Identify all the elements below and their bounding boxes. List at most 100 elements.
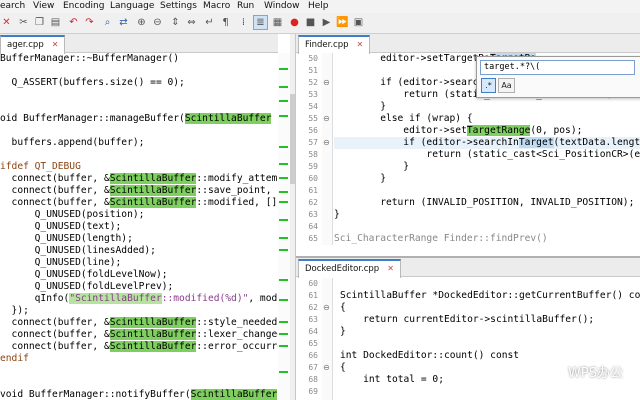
menu-language[interactable]: Language: [110, 1, 154, 11]
finder-tabbar: Finder.cpp ✕: [296, 34, 640, 54]
code-line: editor->setTargetRange(0, pos);: [334, 125, 583, 136]
change-marker: [279, 299, 288, 301]
menu-view[interactable]: View: [33, 1, 54, 11]
change-marker: [279, 219, 288, 221]
fold-toggle-icon[interactable]: ⊖: [323, 79, 330, 87]
regex-toggle-button[interactable]: .*: [481, 78, 496, 93]
change-marker: [279, 279, 288, 281]
code-line: buffers.append(buffer);: [0, 137, 145, 148]
code-line: }: [334, 209, 340, 220]
code-line: BufferManager::~BufferManager(): [0, 53, 180, 64]
change-marker: [279, 321, 288, 323]
wrap-icon[interactable]: ↵: [203, 16, 216, 29]
code-line: int total = 0;: [340, 374, 444, 385]
zoom-in-icon[interactable]: ⊕: [135, 16, 148, 29]
code-line: oid BufferManager::manageBuffer(Scintill…: [0, 113, 278, 124]
incremental-find-popup: target.*?\( .* Aa: [476, 56, 640, 98]
tab-label: DockedEditor.cpp: [305, 264, 380, 274]
code-line: ScintillaBuffer *DockedEditor::getCurren…: [340, 290, 640, 301]
cut-icon[interactable]: ✂: [17, 16, 30, 29]
code-line-current: if (editor->searchInTarget(textData.leng…: [334, 137, 640, 149]
function-list-icon[interactable]: ▦: [271, 16, 284, 29]
change-marker: [279, 163, 288, 165]
menu-run[interactable]: Run: [237, 1, 254, 11]
code-line: }: [340, 326, 346, 337]
code-line: void BufferManager::notifyBuffer(Scintil…: [0, 389, 278, 400]
code-line: Q_UNUSED(line);: [0, 257, 122, 268]
run-macro-multiple-icon[interactable]: ⏩: [336, 16, 349, 29]
copy-icon[interactable]: ❐: [33, 16, 46, 29]
menu-encoding[interactable]: Encoding: [63, 1, 104, 11]
tab-dockededitor[interactable]: DockedEditor.cpp ✕: [298, 259, 401, 278]
code-line: connect(buffer, &ScintillaBuffer::style_…: [0, 317, 278, 328]
change-marker: [279, 333, 288, 335]
match-highlight: ScintillaBuffer: [109, 329, 197, 340]
code-line: else if (wrap) {: [334, 113, 473, 124]
code-line: int DockedEditor::count() const: [340, 350, 520, 361]
fold-toggle-icon[interactable]: ⊖: [323, 364, 330, 372]
sync-h-icon[interactable]: ⇔: [185, 16, 198, 29]
match-highlight: ScintillaBuffer: [109, 185, 197, 196]
redo-icon[interactable]: ↷: [83, 16, 96, 29]
finder-fold-margin: ⊖ ⊖ ⊖: [322, 53, 333, 245]
fold-toggle-icon[interactable]: ⊖: [323, 139, 330, 147]
change-marker: [279, 100, 288, 102]
match-highlight: Target: [518, 137, 554, 148]
left-tabbar: ager.cpp ✕: [0, 34, 278, 54]
fold-toggle-icon[interactable]: ⊖: [323, 115, 330, 123]
sync-v-icon[interactable]: ⇕: [169, 16, 182, 29]
save-macro-icon[interactable]: ▣: [352, 16, 365, 29]
code-line: }: [334, 161, 410, 172]
change-marker: [279, 68, 288, 70]
all-chars-icon[interactable]: ¶: [219, 16, 232, 29]
find-input[interactable]: target.*?\(: [480, 60, 635, 75]
left-editor[interactable]: BufferManager::~BufferManager() Q_ASSERT…: [0, 53, 278, 400]
code-line: {: [340, 302, 346, 313]
match-highlight: ScintillaBuffer: [109, 197, 197, 208]
find-icon[interactable]: ⌕: [101, 16, 114, 29]
code-line: connect(buffer, &ScintillaBuffer::error_…: [0, 341, 278, 352]
code-line: return (static_cast<Sci_PositionCR>(edit…: [334, 149, 640, 160]
code-line: });: [0, 305, 29, 316]
tab-buffermanager[interactable]: ager.cpp ✕: [0, 35, 66, 54]
menu-bar: earch View Encoding Language Settings Ma…: [0, 0, 640, 13]
record-macro-icon[interactable]: ●: [288, 16, 301, 29]
close-icon[interactable]: ✕: [52, 40, 59, 49]
change-marker: [279, 237, 288, 239]
menu-window[interactable]: Window: [264, 1, 300, 11]
change-marker: [279, 345, 288, 347]
menu-macro[interactable]: Macro: [203, 1, 230, 11]
close-icon[interactable]: ✕: [387, 264, 394, 273]
code-line: }: [334, 173, 386, 184]
docked-fold-margin: ⊖ ⊖: [322, 278, 333, 400]
zoom-out-icon[interactable]: ⊖: [151, 16, 164, 29]
code-line: endif: [0, 353, 29, 364]
stop-macro-icon[interactable]: ■: [304, 16, 317, 29]
docked-editor[interactable]: ScintillaBuffer *DockedEditor::getCurren…: [340, 278, 640, 400]
menu-help[interactable]: Help: [308, 1, 329, 11]
match-case-toggle-button[interactable]: Aa: [498, 78, 515, 93]
change-marker: [279, 146, 288, 148]
delete-icon[interactable]: ✕: [0, 16, 13, 29]
code-line: }: [334, 101, 386, 112]
change-marker: [279, 201, 288, 203]
tab-label: ager.cpp: [7, 40, 44, 50]
menu-search[interactable]: earch: [0, 1, 25, 11]
close-icon[interactable]: ✕: [357, 40, 364, 49]
menu-settings[interactable]: Settings: [160, 1, 197, 11]
fold-toggle-icon[interactable]: ⊖: [323, 304, 330, 312]
match-highlight: ScintillaBuffer: [109, 341, 197, 352]
code-line: Q_UNUSED(foldLevelNow);: [0, 269, 168, 280]
doc-map-icon[interactable]: ≣: [253, 15, 268, 30]
indent-guide-icon[interactable]: ⁞: [237, 16, 250, 29]
code-line: Q_UNUSED(length);: [0, 233, 133, 244]
code-line: {: [340, 362, 346, 373]
code-line: ifdef QT_DEBUG: [0, 161, 81, 172]
play-macro-icon[interactable]: ▶: [320, 16, 333, 29]
replace-icon[interactable]: ⇄: [117, 16, 130, 29]
code-line: connect(buffer, &ScintillaBuffer::lexer_…: [0, 329, 278, 340]
toolbar: ✕ ✂ ❐ ▤ ↶ ↷ ⌕ ⇄ ⊕ ⊖ ⇕ ⇔ ↵ ¶ ⁞ ≣ ▦ ● ■ ▶ …: [0, 13, 640, 34]
tab-finder[interactable]: Finder.cpp ✕: [298, 35, 371, 54]
undo-icon[interactable]: ↶: [67, 16, 80, 29]
paste-icon[interactable]: ▤: [49, 16, 62, 29]
